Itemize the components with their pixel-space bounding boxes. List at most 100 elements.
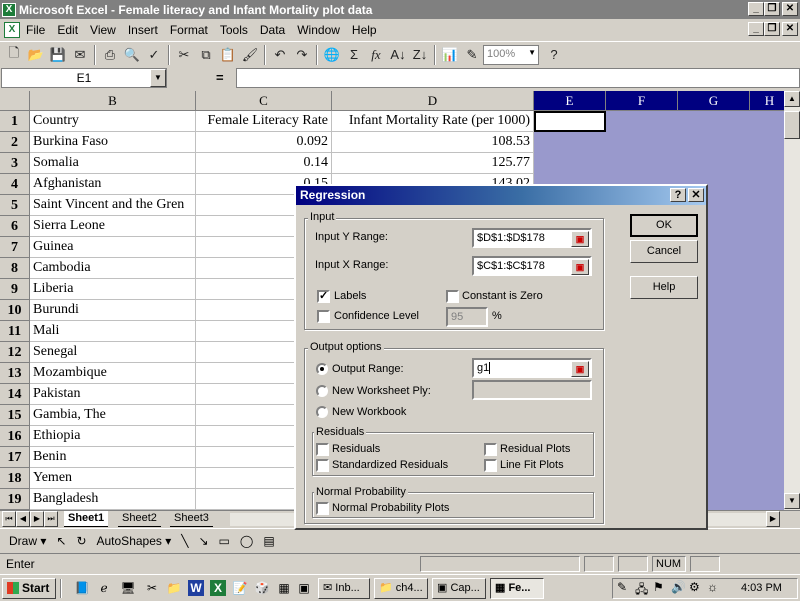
- labels-checkbox[interactable]: ✓: [317, 290, 330, 303]
- table-cell[interactable]: Country: [30, 111, 196, 132]
- selected-cell[interactable]: [750, 216, 784, 237]
- table-cell[interactable]: 0.092: [196, 132, 332, 153]
- excel-app-icon[interactable]: X: [2, 2, 16, 17]
- selected-cell[interactable]: [750, 426, 784, 447]
- zoom-select[interactable]: 100% ▼: [483, 44, 539, 65]
- excel-icon[interactable]: X: [210, 580, 226, 596]
- chevron-down-icon[interactable]: ▼: [528, 48, 536, 57]
- table-cell[interactable]: Burundi: [30, 300, 196, 321]
- table-cell[interactable]: Saint Vincent and the Gren: [30, 195, 196, 216]
- selected-cell[interactable]: [750, 111, 784, 132]
- column-header-c[interactable]: C: [196, 91, 332, 111]
- free-rotate-icon[interactable]: ↻: [71, 534, 91, 548]
- formula-input[interactable]: [236, 68, 800, 88]
- residual-plots-checkbox[interactable]: [484, 443, 497, 456]
- doc-close-icon[interactable]: ✕: [782, 22, 798, 36]
- scroll-right-icon[interactable]: ▶: [766, 511, 780, 527]
- column-header-g[interactable]: G: [678, 91, 750, 111]
- residuals-checkbox[interactable]: [316, 443, 329, 456]
- tray-app-icon[interactable]: ⚙: [689, 580, 700, 594]
- restore-icon[interactable]: ❐: [764, 2, 780, 16]
- row-header[interactable]: 4: [0, 174, 30, 195]
- selected-cell[interactable]: [534, 132, 606, 153]
- outlook-icon[interactable]: 📘: [74, 580, 90, 596]
- open-icon[interactable]: 📂: [25, 44, 47, 66]
- selected-cell[interactable]: [750, 405, 784, 426]
- scroll-down-icon[interactable]: ▼: [784, 493, 800, 509]
- row-header[interactable]: 15: [0, 405, 30, 426]
- table-cell[interactable]: 0.14: [196, 153, 332, 174]
- table-cell[interactable]: Mozambique: [30, 363, 196, 384]
- collapse-dialog-icon[interactable]: ▣: [571, 361, 589, 377]
- autosum-icon[interactable]: Σ: [343, 44, 365, 66]
- table-cell[interactable]: 108.53: [332, 132, 534, 153]
- selected-cell[interactable]: [678, 132, 750, 153]
- confidence-level-checkbox[interactable]: [317, 310, 330, 323]
- row-header[interactable]: 17: [0, 447, 30, 468]
- menu-data[interactable]: Data: [254, 23, 291, 37]
- input-y-range-field[interactable]: $D$1:$D$178 ▣: [472, 228, 592, 248]
- sort-ascending-icon[interactable]: A↓: [387, 44, 409, 66]
- new-icon[interactable]: 🗋: [3, 44, 25, 66]
- workbook-icon[interactable]: X: [4, 22, 20, 38]
- internet-explorer-icon[interactable]: ℯ: [96, 580, 112, 596]
- new-worksheet-ply-radio[interactable]: [316, 385, 328, 397]
- column-header-d[interactable]: D: [332, 91, 534, 111]
- explorer-icon[interactable]: 📁: [166, 580, 182, 596]
- scroll-thumb[interactable]: [784, 111, 800, 139]
- selected-cell[interactable]: [750, 279, 784, 300]
- row-header[interactable]: 14: [0, 384, 30, 405]
- row-header[interactable]: 12: [0, 342, 30, 363]
- ok-button[interactable]: OK: [630, 214, 698, 237]
- selected-cell[interactable]: [750, 384, 784, 405]
- close-icon[interactable]: ✕: [688, 188, 704, 202]
- menu-window[interactable]: Window: [291, 23, 346, 37]
- selected-cell[interactable]: [750, 321, 784, 342]
- table-cell[interactable]: Somalia: [30, 153, 196, 174]
- table-cell[interactable]: Burkina Faso: [30, 132, 196, 153]
- minimize-icon[interactable]: _: [748, 2, 764, 16]
- row-header[interactable]: 8: [0, 258, 30, 279]
- selected-cell[interactable]: [750, 132, 784, 153]
- game-icon[interactable]: 🎲: [254, 580, 270, 596]
- column-header-e[interactable]: E: [534, 91, 606, 111]
- column-header-b[interactable]: B: [30, 91, 196, 111]
- notes-icon[interactable]: 📝: [232, 580, 248, 596]
- close-icon[interactable]: ✕: [782, 2, 798, 16]
- row-header[interactable]: 11: [0, 321, 30, 342]
- autoshapes-menu[interactable]: AutoShapes ▾: [92, 534, 177, 548]
- input-x-range-field[interactable]: $C$1:$C$178 ▣: [472, 256, 592, 276]
- selected-cell[interactable]: [750, 258, 784, 279]
- table-cell[interactable]: Pakistan: [30, 384, 196, 405]
- task-button-inbox[interactable]: ✉ Inb...: [318, 578, 370, 599]
- doc-minimize-icon[interactable]: _: [748, 22, 764, 36]
- row-header[interactable]: 16: [0, 426, 30, 447]
- last-sheet-icon[interactable]: ⏭: [44, 511, 58, 527]
- select-all-corner[interactable]: [0, 91, 30, 111]
- text-box-icon[interactable]: ▤: [258, 534, 279, 548]
- select-objects-icon[interactable]: ↖: [51, 534, 71, 548]
- window-title-bar[interactable]: X Microsoft Excel - Female literacy and …: [0, 0, 800, 19]
- row-header[interactable]: 6: [0, 216, 30, 237]
- output-range-field[interactable]: g1 ▣: [472, 358, 592, 378]
- edit-formula-button[interactable]: =: [216, 70, 224, 85]
- line-icon[interactable]: ╲: [176, 534, 193, 548]
- row-header[interactable]: 1: [0, 111, 30, 132]
- menu-insert[interactable]: Insert: [122, 23, 164, 37]
- help-icon[interactable]: ?: [670, 188, 686, 202]
- selected-cell[interactable]: [534, 153, 606, 174]
- table-cell[interactable]: Yemen: [30, 468, 196, 489]
- selected-cell[interactable]: [750, 153, 784, 174]
- task-button-folder[interactable]: 📁 ch4...: [374, 578, 428, 599]
- selected-cell[interactable]: [750, 342, 784, 363]
- function-icon[interactable]: fx: [365, 44, 387, 66]
- row-header[interactable]: 13: [0, 363, 30, 384]
- copy-icon[interactable]: ⧉: [195, 44, 217, 66]
- email-icon[interactable]: ✉: [69, 44, 91, 66]
- hyperlink-icon[interactable]: 🌐: [321, 44, 343, 66]
- constant-zero-checkbox[interactable]: [446, 290, 459, 303]
- column-header-f[interactable]: F: [606, 91, 678, 111]
- start-button[interactable]: Start: [2, 578, 56, 599]
- menu-view[interactable]: View: [84, 23, 122, 37]
- table-cell[interactable]: Benin: [30, 447, 196, 468]
